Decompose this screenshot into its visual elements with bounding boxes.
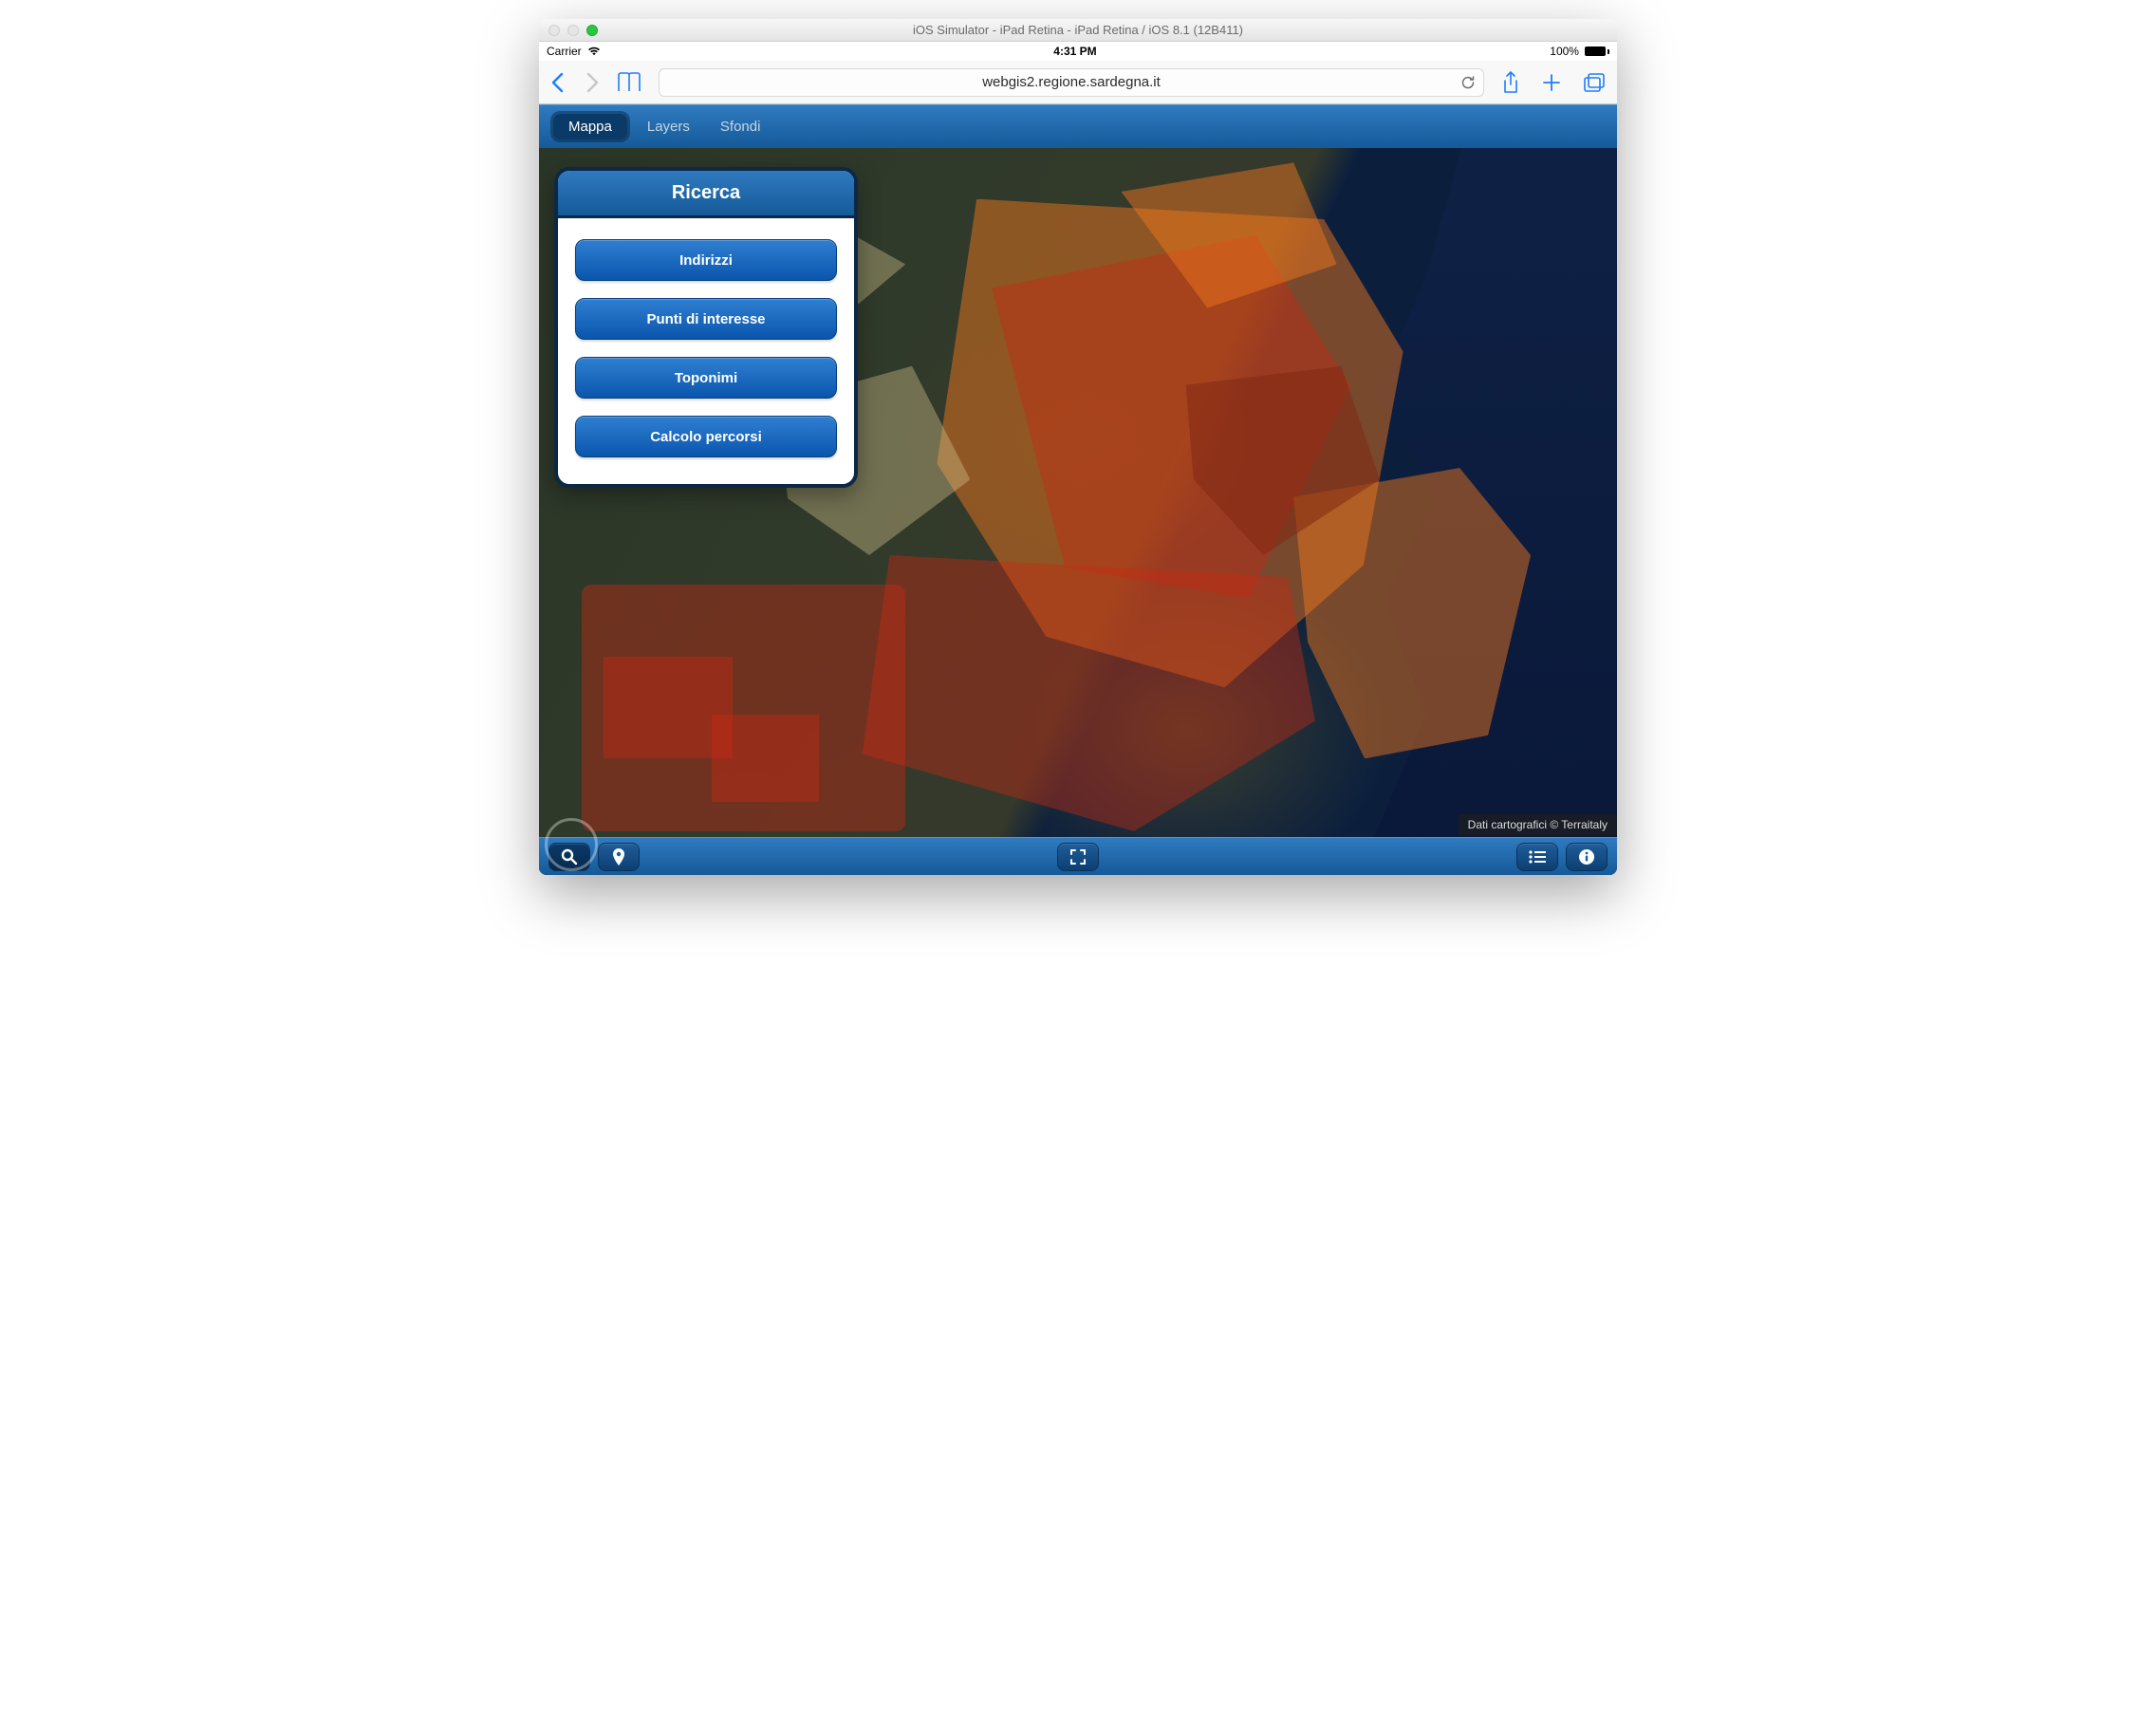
window-title: iOS Simulator - iPad Retina - iPad Retin… <box>539 23 1617 37</box>
zoom-window-button[interactable] <box>586 25 598 36</box>
close-window-button[interactable] <box>548 25 560 36</box>
pin-icon <box>612 848 625 865</box>
url-text: webgis2.regione.sardegna.it <box>982 74 1161 90</box>
search-tool-button[interactable] <box>548 843 590 871</box>
battery-percent: 100% <box>1550 45 1579 58</box>
clock: 4:31 PM <box>1053 45 1096 58</box>
bookmarks-button[interactable] <box>617 72 641 93</box>
tab-layers[interactable]: Layers <box>634 113 703 140</box>
tab-sfondi[interactable]: Sfondi <box>707 113 774 140</box>
webgis-app: Mappa Layers Sfondi Ricerca Indirizzi <box>539 104 1617 875</box>
address-bar[interactable]: webgis2.regione.sardegna.it <box>659 68 1484 97</box>
mac-titlebar: iOS Simulator - iPad Retina - iPad Retin… <box>539 19 1617 42</box>
share-button[interactable] <box>1501 71 1520 94</box>
ios-simulator-window: iOS Simulator - iPad Retina - iPad Retin… <box>539 19 1617 875</box>
map-canvas[interactable]: Ricerca Indirizzi Punti di interesse Top… <box>539 148 1617 875</box>
list-icon <box>1529 850 1546 864</box>
expand-icon <box>1069 848 1087 865</box>
app-topbar: Mappa Layers Sfondi <box>539 104 1617 148</box>
tab-mappa[interactable]: Mappa <box>553 114 627 140</box>
safari-toolbar: webgis2.regione.sardegna.it <box>539 61 1617 104</box>
fullscreen-button[interactable] <box>1057 843 1099 871</box>
battery-icon <box>1585 47 1609 56</box>
locate-button[interactable] <box>598 843 640 871</box>
map-bottombar <box>539 837 1617 875</box>
minimize-window-button[interactable] <box>567 25 579 36</box>
wifi-icon <box>587 47 601 56</box>
search-indirizzi-button[interactable]: Indirizzi <box>575 239 837 281</box>
search-route-button[interactable]: Calcolo percorsi <box>575 416 837 457</box>
map-overlay-zone <box>712 715 820 802</box>
back-button[interactable] <box>550 72 564 93</box>
reload-icon[interactable] <box>1460 75 1476 90</box>
search-poi-button[interactable]: Punti di interesse <box>575 298 837 340</box>
ios-status-bar: Carrier 4:31 PM 100% <box>539 42 1617 61</box>
new-tab-button[interactable] <box>1541 72 1562 93</box>
forward-button[interactable] <box>586 72 600 93</box>
info-icon <box>1578 848 1595 865</box>
info-button[interactable] <box>1566 843 1608 871</box>
map-attribution: Dati cartografici © Terraitaly <box>1459 814 1617 835</box>
search-panel-title: Ricerca <box>558 171 854 218</box>
search-icon <box>561 848 578 865</box>
search-toponimi-button[interactable]: Toponimi <box>575 357 837 399</box>
search-panel: Ricerca Indirizzi Punti di interesse Top… <box>554 167 858 488</box>
tabs-button[interactable] <box>1583 72 1606 93</box>
carrier-label: Carrier <box>547 45 582 58</box>
legend-button[interactable] <box>1516 843 1558 871</box>
